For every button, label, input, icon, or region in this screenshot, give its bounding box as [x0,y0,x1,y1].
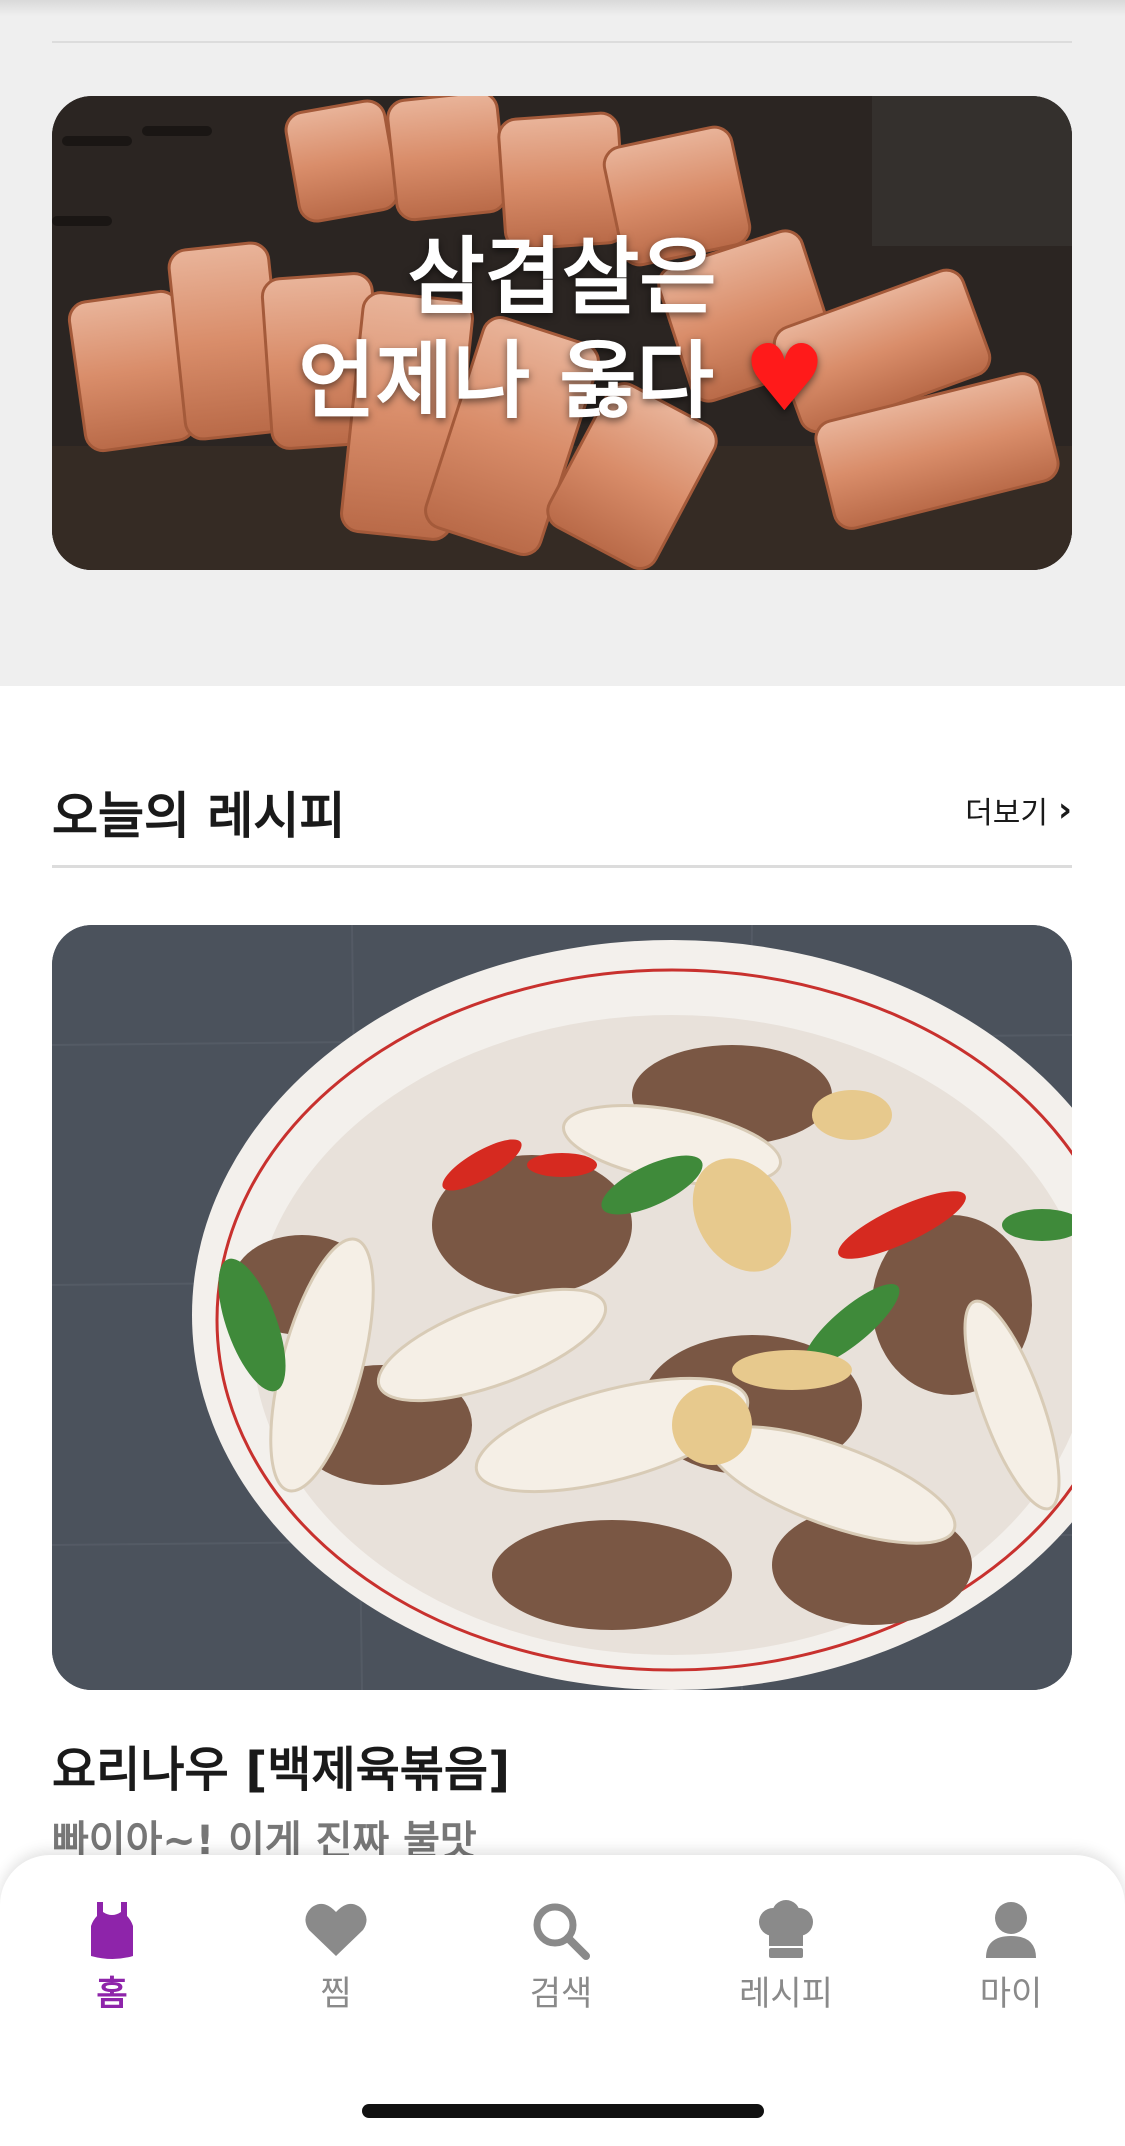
recipe-card-image[interactable] [52,925,1072,1690]
tab-my[interactable]: 마이 [941,1900,1081,2020]
more-button[interactable]: 더보기 › [965,788,1072,832]
tab-favorites[interactable]: 찜 [266,1900,406,2020]
tab-home-label: 홈 [96,1974,128,2014]
promo-banner[interactable]: 삼겹살은 언제나 옳다 ♥ [52,96,1072,570]
section-title: 오늘의 레시피 [52,787,346,845]
tab-favorites-label: 찜 [320,1974,352,2014]
search-icon [533,1903,590,1960]
home-indicator[interactable] [362,2104,764,2118]
tab-recipe-label: 레시피 [739,1974,833,2014]
bottom-tab-bar: 홈 찜 검색 레시피 마이 [0,1855,1125,2146]
apron-icon [91,1902,133,1959]
tab-search-label: 검색 [529,1974,593,2014]
tab-recipe[interactable]: 레시피 [716,1900,856,2020]
tab-home[interactable]: 홈 [42,1900,182,2020]
top-divider [52,41,1072,43]
recipe-title[interactable]: 요리나우 [백제육볶음] [52,1730,510,1800]
chef-hat-icon [759,1900,813,1958]
tab-my-label: 마이 [979,1974,1043,2014]
banner-section: 삼겹살은 언제나 옳다 ♥ [0,0,1125,686]
more-label: 더보기 [965,796,1048,831]
banner-headline: 삼겹살은 언제나 옳다 ♥ [52,226,1072,432]
heart-icon: ♥ [743,325,826,432]
heart-icon [305,1903,367,1956]
top-shadow [0,0,1125,16]
banner-line2-row: 언제나 옳다 ♥ [52,328,1072,432]
person-icon [986,1902,1036,1958]
recipe-photo [52,925,1072,1690]
section-header: 오늘의 레시피 더보기 › [52,770,1072,845]
chevron-right-icon: › [1057,790,1072,830]
banner-line1: 삼겹살은 [407,228,717,326]
banner-line2: 언제나 옳다 [298,332,714,430]
tab-search[interactable]: 검색 [491,1900,631,2020]
section-divider [52,865,1072,868]
